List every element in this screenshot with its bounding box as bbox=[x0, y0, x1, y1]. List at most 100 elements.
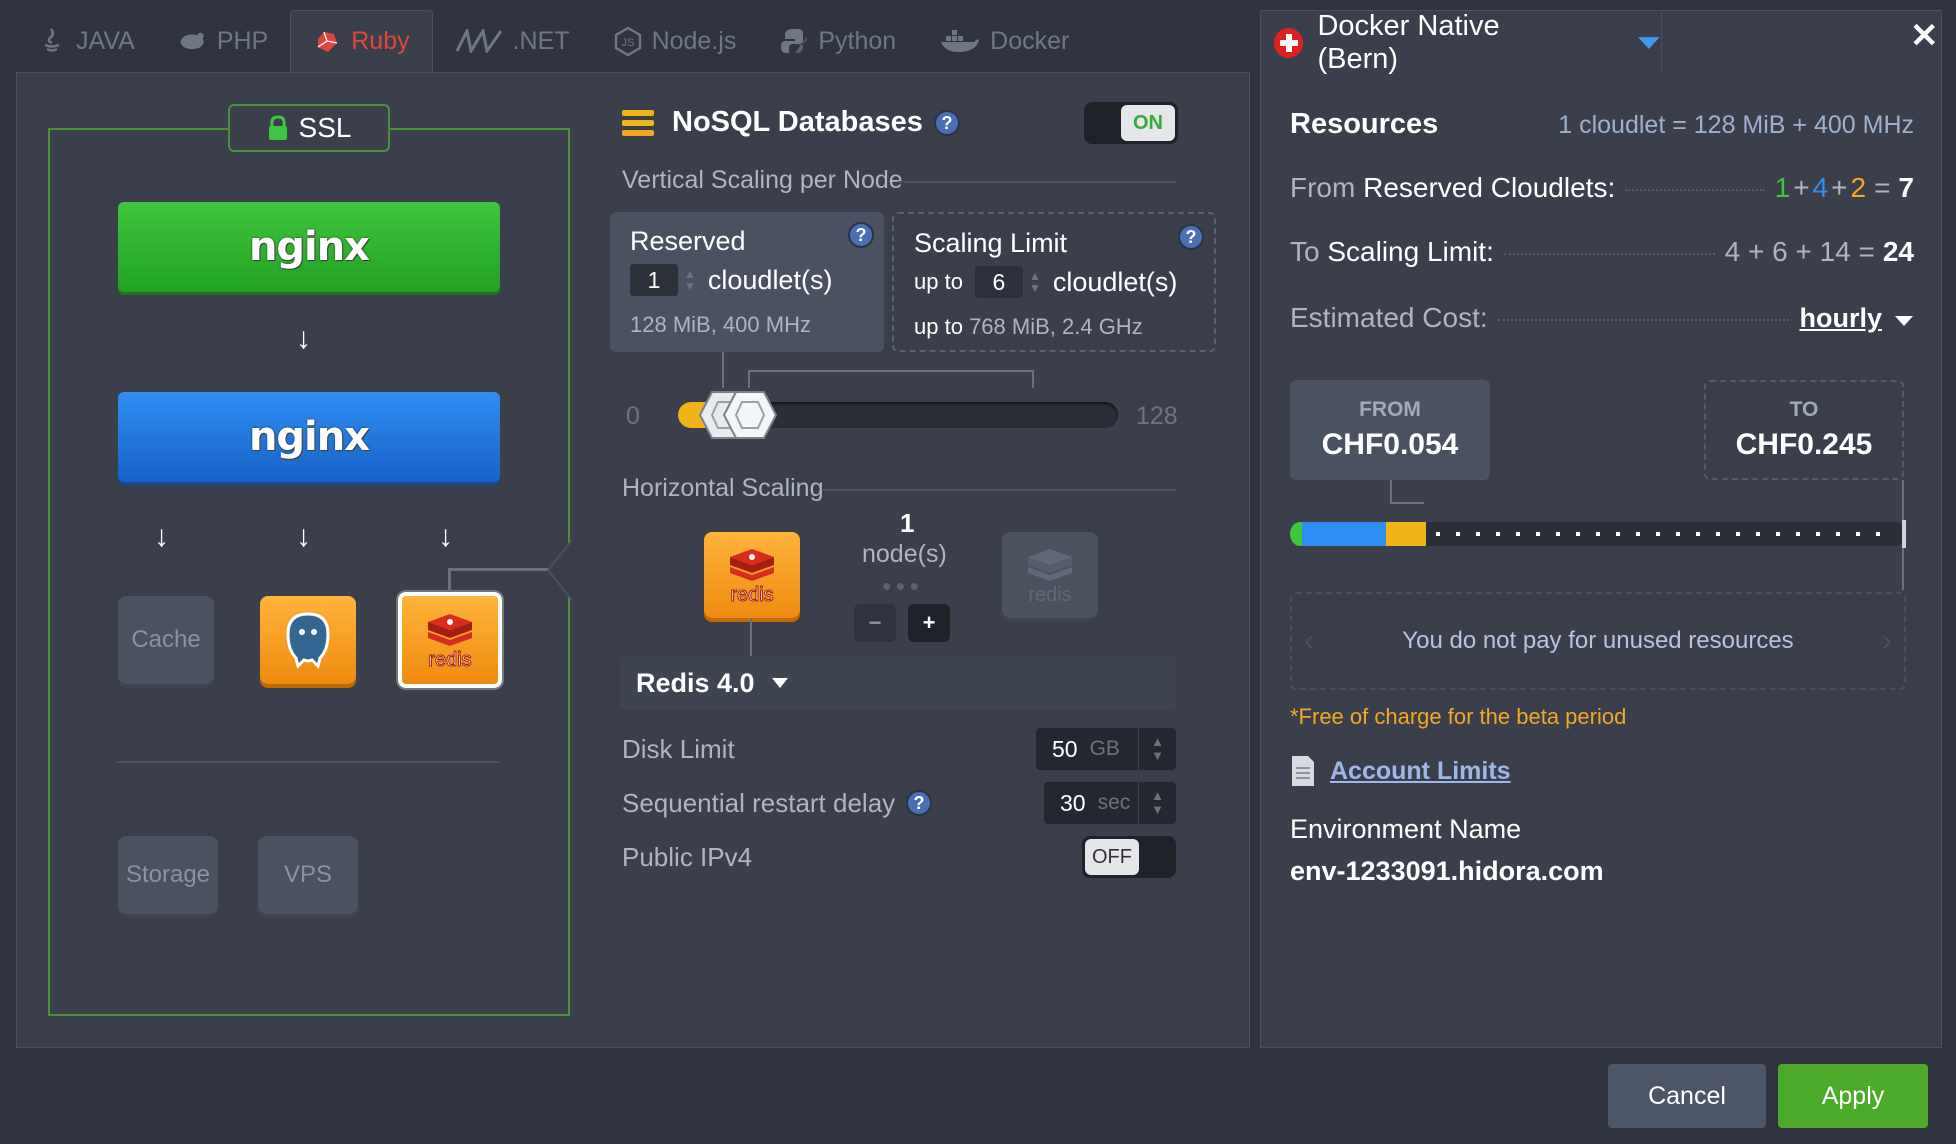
cost-period-select[interactable]: hourly bbox=[1799, 303, 1882, 334]
disk-limit-value: 50 bbox=[1052, 735, 1078, 762]
chevron-left-icon[interactable]: ‹ bbox=[1304, 624, 1314, 658]
disk-limit-field[interactable]: 50 GB ▲ ▼ bbox=[1036, 728, 1176, 770]
down-arrow-icon: ↓ bbox=[438, 520, 453, 553]
reserved-spinner: 1 ▲ ▼ cloudlet(s) bbox=[630, 264, 832, 296]
nosql-toggle[interactable]: ON bbox=[1084, 102, 1178, 144]
limit-cloudlets-input[interactable]: 6 bbox=[974, 266, 1023, 298]
tab-dotnet-label: .NET bbox=[512, 26, 570, 55]
region-label: Docker Native (Bern) bbox=[1317, 10, 1500, 75]
from-part-orange: 2 bbox=[1850, 172, 1867, 203]
from-part-blue: 4 bbox=[1812, 172, 1829, 203]
chevron-down-icon[interactable] bbox=[1894, 315, 1914, 327]
tab-ruby[interactable]: Ruby bbox=[290, 10, 433, 72]
version-select[interactable]: Redis 4.0 bbox=[620, 656, 1176, 710]
tab-java-label: JAVA bbox=[76, 26, 135, 55]
cancel-button[interactable]: Cancel bbox=[1608, 1064, 1766, 1128]
chevron-down-icon bbox=[1638, 37, 1661, 49]
php-icon bbox=[179, 27, 207, 55]
nosql-node-selected[interactable]: redis bbox=[398, 592, 502, 688]
topology-divider bbox=[116, 761, 500, 763]
resources-header: Resources 1 cloudlet = 128 MiB + 400 MHz bbox=[1290, 108, 1914, 141]
load-balancer-node[interactable]: nginx bbox=[118, 202, 500, 292]
tab-python[interactable]: Python bbox=[758, 10, 918, 72]
down-arrow-icon: ↓ bbox=[296, 520, 311, 553]
chevron-right-icon[interactable]: › bbox=[1882, 624, 1892, 658]
help-icon[interactable]: ? bbox=[1178, 224, 1204, 250]
svg-text:redis: redis bbox=[730, 584, 773, 606]
spinner-arrows-icon[interactable]: ▲ ▼ bbox=[684, 268, 696, 292]
tab-java[interactable]: JAVA bbox=[16, 10, 157, 72]
svg-text:redis: redis bbox=[1028, 584, 1071, 606]
sql-node[interactable] bbox=[260, 596, 356, 684]
redis-icon: redis bbox=[730, 549, 774, 607]
beta-note: *Free of charge for the beta period bbox=[1290, 704, 1627, 729]
cache-node[interactable]: Cache bbox=[118, 596, 214, 684]
vps-node[interactable]: VPS bbox=[258, 836, 358, 914]
spinner-arrows-icon[interactable]: ▲ ▼ bbox=[1138, 782, 1176, 824]
nosql-stack-icon bbox=[622, 110, 654, 136]
to-total: 24 bbox=[1882, 236, 1914, 267]
app-server-node[interactable]: nginx bbox=[118, 392, 500, 482]
toggle-label: ON bbox=[1121, 105, 1175, 141]
reserved-title: Reserved bbox=[630, 226, 746, 256]
cache-label: Cache bbox=[131, 626, 201, 653]
document-icon bbox=[1292, 756, 1314, 786]
restart-delay-value: 30 bbox=[1060, 789, 1086, 816]
price-from-label: FROM bbox=[1359, 398, 1421, 421]
price-to-label: TO bbox=[1789, 398, 1819, 421]
tab-php[interactable]: PHP bbox=[157, 10, 290, 72]
notice-text: You do not pay for unused resources bbox=[1402, 627, 1794, 654]
tab-dotnet[interactable]: .NET bbox=[433, 10, 592, 72]
ssl-label: SSL bbox=[298, 112, 352, 143]
add-node-button[interactable]: + bbox=[908, 604, 950, 642]
limit-handle-icon[interactable] bbox=[722, 390, 778, 440]
limit-specs-line: up to 768 MiB, 2.4 GHz bbox=[914, 314, 1143, 340]
tab-nodejs[interactable]: JS Node.js bbox=[592, 10, 759, 72]
drag-handle-icon[interactable]: ●●● bbox=[882, 578, 923, 596]
version-label: Redis 4.0 bbox=[636, 667, 755, 698]
reserved-cloudlets-row: From Reserved Cloudlets: 1 + 4 + 2 = 7 bbox=[1290, 172, 1914, 204]
apply-button[interactable]: Apply bbox=[1778, 1064, 1928, 1128]
remove-node-button[interactable]: − bbox=[854, 604, 896, 642]
to-label: To bbox=[1290, 236, 1320, 267]
redis-node-ghost[interactable]: redis bbox=[1002, 532, 1098, 618]
account-limits-link[interactable]: Account Limits bbox=[1330, 757, 1511, 786]
dotnet-icon bbox=[455, 27, 503, 55]
storage-node[interactable]: Storage bbox=[118, 836, 218, 914]
tab-docker[interactable]: Docker bbox=[918, 10, 1091, 72]
engine-tabs: JAVA PHP Ruby .NET JS Node.js Python Doc… bbox=[16, 10, 1091, 72]
divider bbox=[822, 489, 1176, 491]
python-icon bbox=[780, 27, 808, 55]
down-arrow-icon: ↓ bbox=[296, 322, 311, 355]
redis-node-active[interactable]: redis bbox=[704, 532, 800, 618]
limit-unit: cloudlet(s) bbox=[1052, 266, 1178, 297]
cloudlet-definition: 1 cloudlet = 128 MiB + 400 MHz bbox=[1558, 111, 1914, 139]
dotted-leader bbox=[1497, 319, 1790, 321]
close-icon[interactable]: ✕ bbox=[1910, 16, 1939, 56]
spinner-arrows-icon[interactable]: ▲ ▼ bbox=[1138, 728, 1176, 770]
nodejs-icon: JS bbox=[614, 26, 642, 56]
from-plus: + bbox=[1793, 172, 1810, 203]
help-icon[interactable]: ? bbox=[934, 110, 960, 136]
price-from-box: FROM CHF0.054 bbox=[1290, 380, 1490, 480]
scaling-limit-row: To Scaling Limit: 4 + 6 + 14 = 24 bbox=[1290, 236, 1914, 268]
environment-name-value[interactable]: env-1233091.hidora.com bbox=[1290, 856, 1604, 887]
help-icon[interactable]: ? bbox=[906, 790, 932, 816]
lock-icon bbox=[268, 115, 287, 140]
vps-label: VPS bbox=[283, 861, 333, 888]
down-arrow-icon: ↓ bbox=[154, 520, 169, 553]
help-icon[interactable]: ? bbox=[848, 222, 874, 248]
reserved-cloudlets-input[interactable]: 1 bbox=[630, 264, 678, 296]
notice-banner: ‹ You do not pay for unused resources › bbox=[1290, 592, 1906, 690]
public-ipv4-toggle[interactable]: OFF bbox=[1082, 836, 1176, 878]
limit-spinner: up to 6 ▲ ▼ cloudlet(s) bbox=[914, 266, 1177, 298]
ssl-button[interactable]: SSL bbox=[228, 104, 390, 152]
swiss-flag-icon bbox=[1274, 28, 1304, 58]
reserved-specs: 128 MiB, 400 MHz bbox=[630, 312, 811, 337]
spinner-arrows-icon[interactable]: ▲ ▼ bbox=[1029, 270, 1041, 294]
account-limits-row: Account Limits bbox=[1290, 754, 1511, 788]
restart-delay-field[interactable]: 30 sec ▲ ▼ bbox=[1044, 782, 1176, 824]
scaling-limit-title: Scaling Limit bbox=[914, 228, 1068, 258]
restart-delay-label: Sequential restart delay bbox=[622, 788, 896, 818]
region-select[interactable]: Docker Native (Bern) bbox=[1262, 10, 1662, 75]
